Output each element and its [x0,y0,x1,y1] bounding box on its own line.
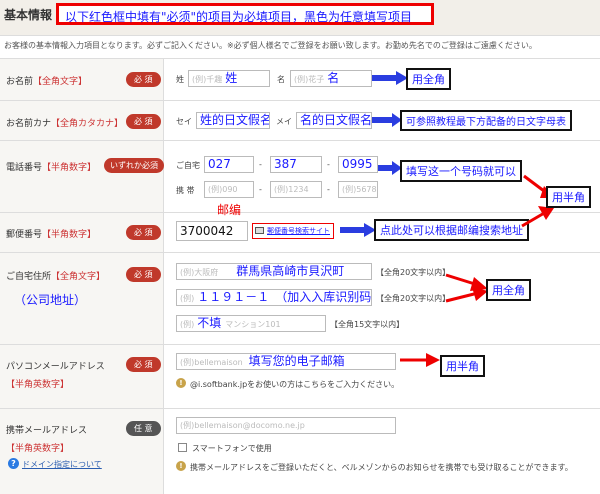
mobile-mail-label: 携帯メールアドレス [6,426,88,436]
info-icon: ! [176,378,186,388]
mobile-phone-label: 携 帯 [176,186,195,195]
note-halfwidth-email: 用半角 [440,355,485,377]
either-required-badge: いずれか必須 [104,158,164,173]
address-line-2[interactable]: (例) １１９１－１ （加入入库识别码） [176,289,372,306]
address-line-3-limit: 【全角15文字以内】 [330,320,405,329]
arrow-icon [378,161,402,175]
required-badge: 必 須 [126,114,161,129]
required-badge: 必 須 [126,225,161,240]
required-badge: 必 須 [126,72,161,87]
softbank-info: @i.softbank.jpをお使いの方はこちらをご入力ください。 [190,380,400,389]
address-line-2-limit: 【全角20文字以内】 [376,294,451,303]
instruction-banner-text: 以下红色框中填有"必须"的项目为必填项目，黑色为任意填写项目 [65,10,413,24]
mobile-phone-1[interactable]: (例)090 [204,181,254,198]
note-fullwidth-address: 用全角 [486,279,531,301]
mobile-mail-row: 携帯メールアドレス 【半角英数字】 任 意 ? ドメイン指定について (例)be… [0,408,600,494]
address-line-1[interactable]: (例)大阪府 群馬県高崎市貝沢町 [176,263,372,280]
name-label: お名前【全角文字】 [6,77,88,87]
sei-kana-label: セイ [176,117,192,126]
section-title: 基本情報 [4,8,53,22]
arrow-icon [521,206,554,228]
help-icon[interactable]: ? [8,458,19,469]
last-name-kana-input[interactable]: 姓的日文假名 [196,112,270,129]
arrow-icon [445,287,488,303]
address-line-3[interactable]: (例) 不填 マンション101 [176,315,326,332]
note-one-number: 填写这一个号码就可以 [400,160,522,182]
mobile-phone-2[interactable]: (例)1234 [270,181,322,198]
required-badge: 必 須 [126,357,161,372]
note-fullwidth: 用全角 [406,68,451,90]
address-row: ご自宅住所【全角文字】 必 須 （公司地址） (例)大阪府 群馬県高崎市貝沢町 【… [0,252,600,344]
pc-mail-row: パソコンメールアドレス 【半角英数字】 必 須 (例)bellemaison 填写… [0,344,600,408]
home-phone-1[interactable]: 027 [204,156,254,173]
mobile-phone-3[interactable]: (例)5678 [338,181,378,198]
info-icon: ! [176,461,186,471]
sei-label: 姓 [176,75,184,84]
last-name-input[interactable]: (例)千趣姓 [188,70,270,87]
address-label: ご自宅住所【全角文字】 [6,272,106,282]
arrow-icon [372,71,408,85]
mobile-email-input[interactable]: (例)bellemaison@docomo.ne.jp [176,417,396,434]
note-halfwidth: 用半角 [546,186,591,208]
mei-kana-label: メイ [276,117,292,126]
instruction-banner: 以下红色框中填有"必须"的项目为必填项目，黑色为任意填写项目 [56,3,434,25]
section-header: 基本情報 以下红色框中填有"必须"的项目为必填项目，黑色为任意填写项目 [0,0,600,36]
phone-row: 電話番号【半角数字】 いずれか必須 ご自宅 027 - 387 - 0995 携… [0,140,600,212]
zip-label: 郵便番号【半角数字】 [6,230,97,240]
zip-search-button[interactable]: 郵便番号検索サイト [252,223,334,239]
first-name-kana-input[interactable]: 名的日文假名 [296,112,372,129]
arrow-icon [372,113,402,127]
arrow-icon [340,223,376,237]
smartphone-label: スマートフォンで使用 [192,444,272,453]
mobile-mail-tag: 【半角英数字】 [6,444,70,454]
pc-mail-label: パソコンメールアドレス [6,362,105,372]
arrow-icon [400,353,440,367]
first-name-input[interactable]: (例)花子名 [290,70,372,87]
name-row: お名前【全角文字】 必 須 姓 (例)千趣姓 名 (例)花子名 用全角 [0,58,600,100]
kana-row: お名前カナ【全角カタカナ】 必 須 セイ 姓的日文假名 メイ 名的日文假名 可参… [0,100,600,140]
intro-text: お客様の基本情報入力項目となります。必ずご記入ください。※必ず個人様名でご登録を… [4,41,537,50]
zip-red-label: 邮编 [217,203,242,217]
home-phone-label: ご自宅 [176,161,200,170]
company-address-note: （公司地址） [14,293,87,307]
required-badge: 必 須 [126,267,161,282]
mobile-mail-info: 携帯メールアドレスをご登録いただくと、ベルメゾンからのお知らせを携帯でも受け取る… [190,463,573,472]
pc-mail-tag: 【半角英数字】 [6,380,70,390]
address-line-1-limit: 【全角20文字以内】 [376,268,451,277]
note-kana-table: 可参照教程最下方配备的日文字母表 [400,110,572,131]
domain-setting-link[interactable]: ドメイン指定について [22,459,102,470]
home-phone-3[interactable]: 0995 [338,156,378,173]
pc-email-input[interactable]: (例)bellemaison 填写您的电子邮箱 [176,353,396,370]
window-icon [255,227,264,234]
smartphone-checkbox[interactable] [178,443,187,452]
home-phone-2[interactable]: 387 [270,156,322,173]
zip-input[interactable]: 3700042 [176,221,248,241]
kana-label: お名前カナ【全角カタカナ】 [6,119,124,129]
note-zip-search: 点此处可以根据邮编搜索地址 [374,219,529,241]
optional-badge: 任 意 [126,421,161,436]
mei-label: 名 [277,75,285,84]
phone-label: 電話番号【半角数字】 [6,163,97,173]
